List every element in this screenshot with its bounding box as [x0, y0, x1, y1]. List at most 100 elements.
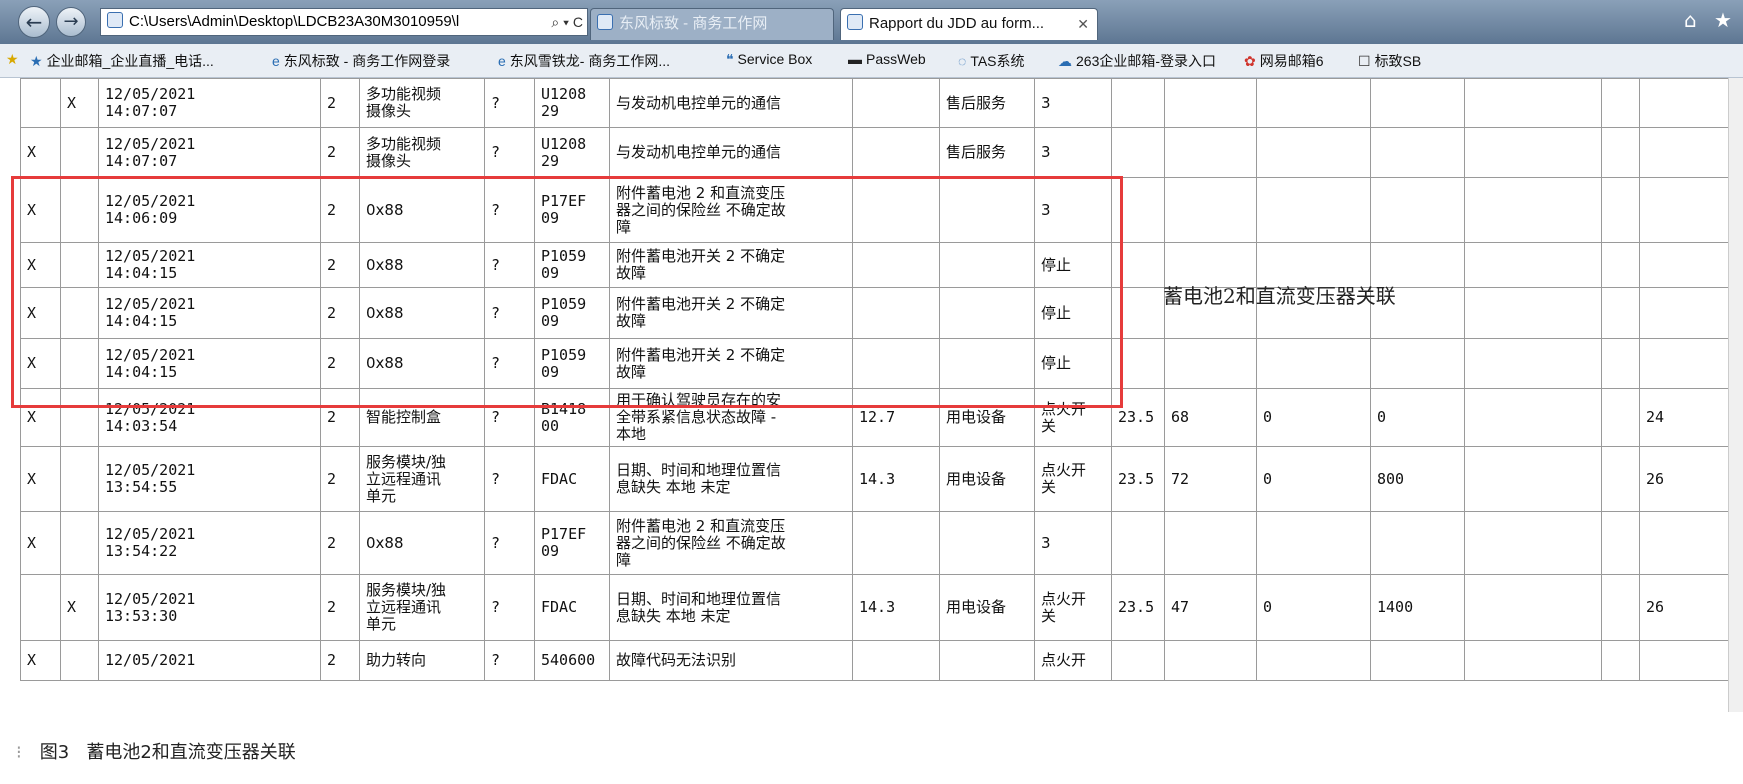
cell-rpm [1370, 640, 1465, 681]
cell-value-b [1256, 177, 1371, 243]
cell-fault-code: U1208 29 [534, 78, 610, 128]
cell-status-q: ? [484, 446, 535, 512]
add-favorite-star-icon[interactable]: ★ [6, 51, 19, 68]
favorite-link[interactable]: ❝ Service Box [726, 51, 812, 68]
cell-blank [1464, 338, 1602, 389]
cell-status-q: ? [484, 287, 535, 339]
cell-blank [1464, 242, 1602, 288]
cell-voltage [852, 511, 940, 575]
tab-dongfeng[interactable]: 东风标致 - 商务工作网 [590, 8, 834, 40]
ie-page-icon [847, 14, 863, 30]
cell-count: 2 [320, 177, 360, 243]
favorites-star-icon[interactable]: ★ [1714, 8, 1732, 32]
cell-extra [1601, 446, 1640, 512]
col-mark-1: X [20, 640, 61, 681]
cell-description: 附件蓄电池开关 2 不确定 故障 [609, 338, 853, 389]
table-row: X 12/05/2021 13:53:30 2 服务模块/独 立远程通讯 单元? FDAC 日期… [20, 574, 1730, 641]
col-mark-2 [60, 640, 99, 681]
cell-state: 停止 [1034, 338, 1112, 389]
cell-category [939, 242, 1035, 288]
cell-status-q: ? [484, 127, 535, 178]
cell-fault-code: B1418 00 [534, 388, 610, 447]
cell-extra [1601, 338, 1640, 389]
cell-extra [1601, 574, 1640, 641]
cell-count: 2 [320, 388, 360, 447]
table-row: X 12/05/2021 13:54:55 2 服务模块/独 立远程通讯 单元? FDAC 日期… [20, 446, 1730, 512]
cell-status-q: ? [484, 177, 535, 243]
cell-voltage [852, 640, 940, 681]
col-mark-1: X [20, 511, 61, 575]
address-controls[interactable]: ⌕ ▾ C [551, 9, 583, 35]
cell-rpm [1370, 511, 1465, 575]
cell-blank [1464, 640, 1602, 681]
favorite-link[interactable]: ☐ 标致SB [1358, 51, 1421, 71]
cell-value-c: 26 [1639, 446, 1730, 512]
forward-button[interactable]: → [56, 7, 86, 37]
col-mark-1: X [20, 388, 61, 447]
address-text: C:\Users\Admin\Desktop\LDCB23A30M3010959… [129, 13, 460, 30]
cell-module: 0x88 [359, 511, 485, 575]
cell-rpm: 0 [1370, 388, 1465, 447]
cell-value-c: 26 [1639, 574, 1730, 641]
cell-value-a [1164, 177, 1257, 243]
cell-category [939, 640, 1035, 681]
caption-text: 蓄电池2和直流变压器关联 [86, 742, 296, 763]
favorite-link[interactable]: ★ 企业邮箱_企业直播_电话... [30, 51, 214, 71]
cell-temp [1111, 640, 1165, 681]
cell-extra [1601, 177, 1640, 243]
favorite-link[interactable]: e 东风标致 - 商务工作网登录 [272, 51, 450, 71]
favorite-link[interactable]: ◌ TAS系统 [958, 51, 1025, 71]
table-row: X 12/05/2021 14:04:15 2 0x88? P1059 09 附件蓄电池开关 … [20, 287, 1730, 339]
cell-category [939, 511, 1035, 575]
passweb-icon: ▬ [848, 51, 862, 67]
cell-module: 0x88 [359, 338, 485, 389]
cell-module: 0x88 [359, 177, 485, 243]
cell-state: 3 [1034, 511, 1112, 575]
cell-count: 2 [320, 287, 360, 339]
page-icon: ☐ [1358, 53, 1371, 69]
cell-timestamp: 12/05/2021 14:04:15 [98, 242, 321, 288]
cell-value-a: 68 [1164, 388, 1257, 447]
cell-category: 售后服务 [939, 127, 1035, 178]
cell-module: 0x88 [359, 287, 485, 339]
cell-temp [1111, 242, 1165, 288]
cell-status-q: ? [484, 242, 535, 288]
cell-module: 多功能视频 摄像头 [359, 127, 485, 178]
cell-temp [1111, 287, 1165, 339]
table-row: X 12/05/2021 14:04:15 2 0x88? P1059 09 附件蓄电池开关 … [20, 338, 1730, 389]
tab-label: 东风标致 - 商务工作网 [619, 15, 768, 32]
favorite-link[interactable]: ▬ PassWeb [848, 51, 926, 67]
col-mark-1: X [20, 177, 61, 243]
cell-category [939, 338, 1035, 389]
address-bar[interactable]: C:\Users\Admin\Desktop\LDCB23A30M3010959… [100, 8, 588, 36]
back-button[interactable]: ← [18, 6, 50, 38]
cloud-mail-icon: ☁ [1058, 53, 1072, 69]
cell-status-q: ? [484, 388, 535, 447]
cell-module: 智能控制盒 [359, 388, 485, 447]
home-icon[interactable]: ⌂ [1684, 8, 1697, 32]
cell-temp [1111, 511, 1165, 575]
cell-count: 2 [320, 78, 360, 128]
cell-description: 附件蓄电池开关 2 不确定 故障 [609, 287, 853, 339]
cell-voltage [852, 287, 940, 339]
col-mark-2 [60, 287, 99, 339]
vertical-scrollbar[interactable] [1728, 78, 1743, 712]
cell-value-c [1639, 287, 1730, 339]
ie-page-icon: e [272, 53, 280, 69]
quote-icon: ❝ [726, 51, 734, 67]
cell-value-a [1164, 127, 1257, 178]
cell-value-c [1639, 640, 1730, 681]
cell-value-b [1256, 78, 1371, 128]
col-mark-1: X [20, 338, 61, 389]
cell-blank [1464, 446, 1602, 512]
cell-state: 点火开关 [1034, 388, 1112, 447]
tab-rapport[interactable]: Rapport du JDD au form... ✕ [840, 8, 1098, 40]
cell-state: 3 [1034, 78, 1112, 128]
favorite-link[interactable]: ☁ 263企业邮箱-登录入口 [1058, 51, 1216, 71]
cell-temp: 23.5 [1111, 574, 1165, 641]
cell-value-c [1639, 338, 1730, 389]
favorite-link[interactable]: ✿ 网易邮箱6 [1244, 51, 1324, 71]
cell-category: 售后服务 [939, 78, 1035, 128]
favorite-link[interactable]: e 东风雪铁龙- 商务工作网... [498, 51, 670, 71]
close-icon[interactable]: ✕ [1077, 9, 1089, 39]
